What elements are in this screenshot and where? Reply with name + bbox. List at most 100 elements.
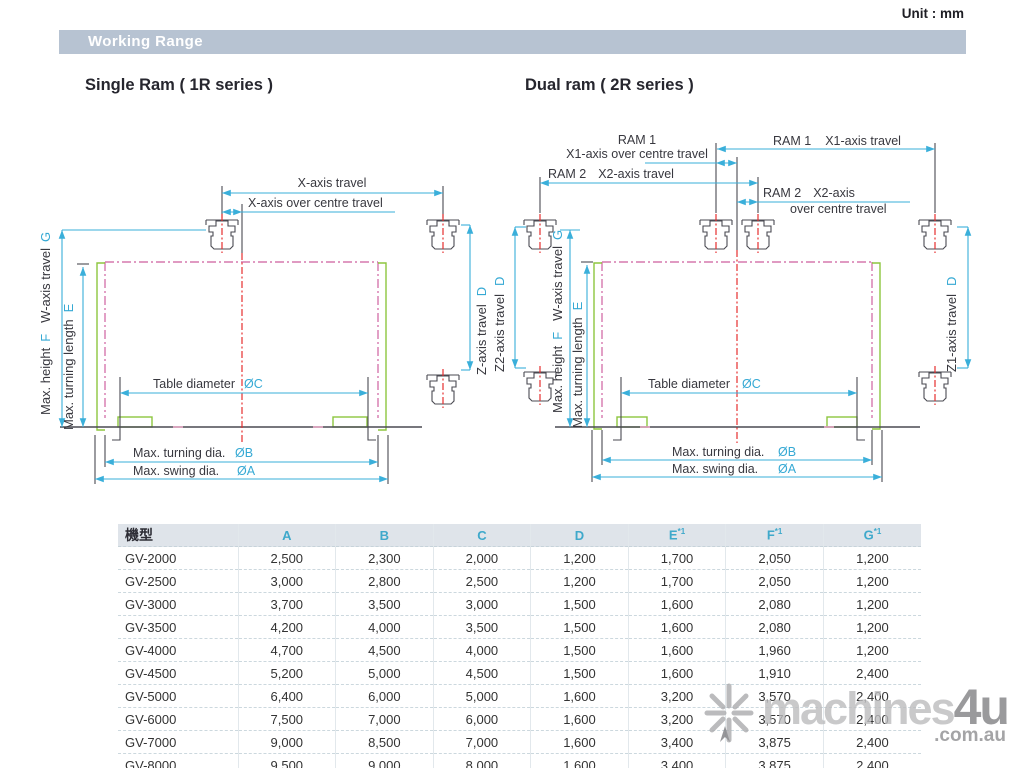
x-over-centre-label: X-axis over centre travel [248,196,383,210]
z1-axis-travel-label: Z1-axis travelD [944,277,959,372]
value-cell: 1,600 [628,662,726,685]
max-swing-dia-label: Max. swing dia. [672,462,758,476]
ram1-tool-icon [700,214,732,253]
value-cell: 1,600 [531,708,629,731]
value-cell: 3,200 [628,708,726,731]
value-cell: 9,500 [238,754,336,768]
x1-over-centre-label: X1-axis over centre travel [566,147,708,161]
value-cell: 3,875 [726,754,824,768]
ram2-tool-icon [742,214,774,253]
value-cell: 1,700 [628,570,726,593]
value-cell: 7,500 [238,708,336,731]
value-cell: 1,600 [531,685,629,708]
value-cell: 1,200 [823,593,921,616]
max-turning-length-label: Max. turning lengthE [570,301,585,428]
value-cell: 1,960 [726,639,824,662]
dual-ram-diagram: RAM 1 X1-axis over centre travel RAM 1X1… [490,125,1024,500]
max-turning-length-label: Max. turning lengthE [61,303,76,430]
model-cell: GV-3000 [118,593,238,616]
ram1-x1-travel-label: RAM 1X1-axis travel [773,134,901,148]
model-cell: GV-4000 [118,639,238,662]
single-machine-outline [60,186,443,484]
table-row: GV-35004,2004,0003,5001,5001,6002,0801,2… [118,616,921,639]
single-dimension-lines [62,193,470,479]
value-cell: 6,000 [336,685,434,708]
value-cell: 3,200 [628,685,726,708]
value-cell: 3,000 [433,593,531,616]
value-cell: 3,875 [726,731,824,754]
ram-tool-icon [206,214,238,253]
max-turning-dia-label: Max. turning dia. [133,446,225,460]
value-cell: 8,500 [336,731,434,754]
brochure-page: Unit : mm Working Range Single Ram ( 1R … [0,0,1024,768]
ram-tool-icon [919,214,951,253]
value-cell: 2,500 [433,570,531,593]
model-cell: GV-7000 [118,731,238,754]
ram-tool-icon [427,214,459,253]
value-cell: 1,600 [628,616,726,639]
value-cell: 4,500 [336,639,434,662]
value-cell: 3,500 [433,616,531,639]
value-cell: 6,000 [433,708,531,731]
value-cell: 1,200 [531,570,629,593]
value-cell: 1,700 [628,547,726,570]
page-title: Working Range [59,30,966,54]
model-cell: GV-4500 [118,662,238,685]
value-cell: 3,570 [726,708,824,731]
value-cell: 1,200 [823,570,921,593]
value-cell: 2,400 [823,662,921,685]
value-cell: 3,700 [238,593,336,616]
dia-c-label: ØC [742,377,761,391]
table-diameter-label: Table diameter [648,377,730,391]
model-cell: GV-8000 [118,754,238,768]
watermark-brand-suffix: 4u [954,679,1008,735]
value-cell: 1,200 [823,547,921,570]
max-height-w-axis-label: Max. heightFW-axis travelG [550,230,565,413]
dia-a-label: ØA [778,462,797,476]
value-cell: 2,050 [726,570,824,593]
value-cell: 2,300 [336,547,434,570]
value-cell: 1,910 [726,662,824,685]
table-row: GV-70009,0008,5007,0001,6003,4003,8752,4… [118,731,921,754]
value-cell: 2,080 [726,593,824,616]
value-cell: 5,000 [336,662,434,685]
value-cell: 1,600 [531,731,629,754]
value-cell: 7,000 [433,731,531,754]
x-axis-travel-label: X-axis travel [298,176,367,190]
value-cell: 2,400 [823,708,921,731]
column-header-A: A [238,524,336,547]
value-cell: 1,600 [628,593,726,616]
column-header-E: E*1 [628,524,726,547]
value-cell: 1,500 [531,662,629,685]
value-cell: 2,400 [823,731,921,754]
value-cell: 9,000 [336,754,434,768]
model-cell: GV-3500 [118,616,238,639]
z2-axis-travel-label: Z2-axis travelD [492,277,507,372]
table-row: GV-20002,5002,3002,0001,2001,7002,0501,2… [118,547,921,570]
table-diameter-label: Table diameter [153,377,235,391]
value-cell: 1,200 [531,547,629,570]
table-column-headers: 機型 ABCDE*1F*1G*1 [118,524,921,547]
ram2-x2-travel-label: RAM 2X2-axis travel [548,167,674,181]
value-cell: 1,200 [823,616,921,639]
dia-c-label: ØC [244,377,263,391]
table-body: GV-20002,5002,3002,0001,2001,7002,0501,2… [118,547,921,768]
unit-label: Unit : mm [902,6,964,21]
value-cell: 6,400 [238,685,336,708]
value-cell: 4,700 [238,639,336,662]
value-cell: 2,080 [726,616,824,639]
ram2-x2-over-centre-label: RAM 2X2-axis [763,186,855,200]
value-cell: 8,000 [433,754,531,768]
column-header-G: G*1 [823,524,921,547]
table-row: GV-60007,5007,0006,0001,6003,2003,5702,4… [118,708,921,731]
over-centre-travel-label: over centre travel [790,202,887,216]
value-cell: 2,400 [823,685,921,708]
value-cell: 3,400 [628,731,726,754]
value-cell: 5,200 [238,662,336,685]
ram1-label: RAM 1 [618,133,656,147]
value-cell: 4,200 [238,616,336,639]
dia-a-label: ØA [237,464,256,478]
value-cell: 2,800 [336,570,434,593]
value-cell: 5,000 [433,685,531,708]
column-header-C: C [433,524,531,547]
